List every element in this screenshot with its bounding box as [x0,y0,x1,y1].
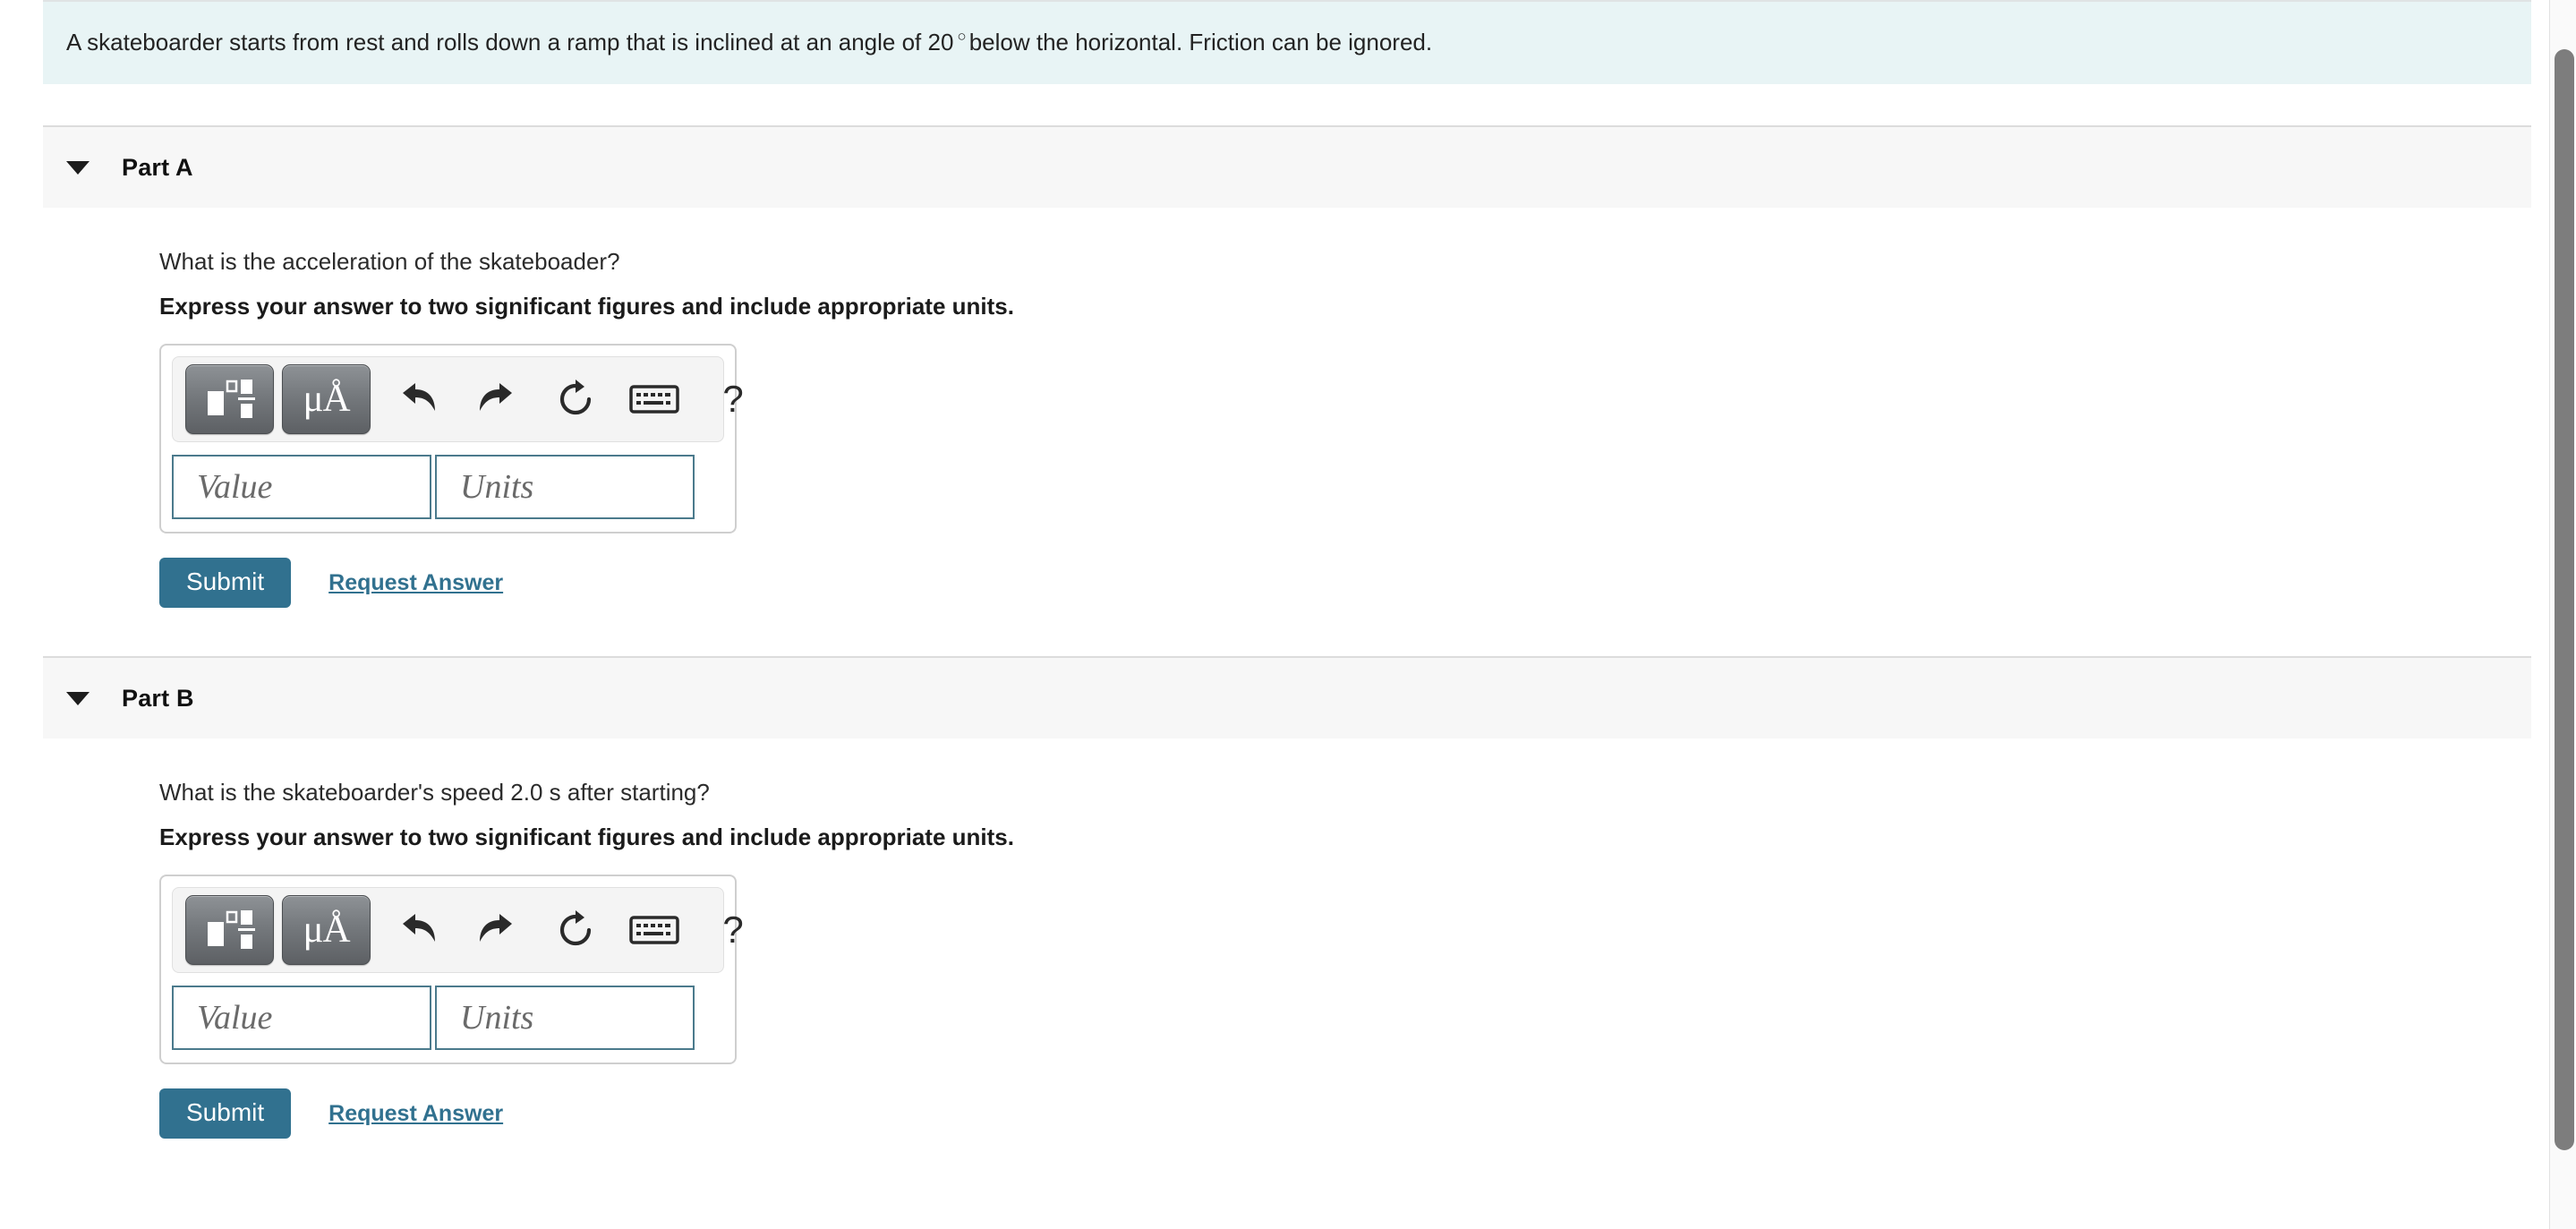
vertical-scrollbar-track[interactable] [2549,0,2576,1229]
redo-arrow-icon-a [480,383,512,411]
help-button-a[interactable]: ? [694,365,772,433]
reset-circular-arrow-icon-b [559,910,592,946]
content-column: A skateboarder starts from rest and roll… [43,0,2531,1146]
units-button-a[interactable]: μÅ [282,364,371,434]
undo-button-b[interactable] [379,896,457,964]
submit-row-a: Submit Request Answer [159,558,2531,615]
units-placeholder-b: Units [460,999,534,1037]
units-input-b[interactable]: Units [435,986,695,1050]
units-mu-angstrom-icon-a: μÅ [303,378,350,420]
keyboard-icon-a [629,385,679,414]
keyboard-button-b[interactable] [615,896,694,964]
question-text-a: What is the acceleration of the skateboa… [159,248,620,275]
help-button-b[interactable]: ? [694,896,772,964]
answer-widget-b: μÅ ? Value Units [159,875,744,1064]
part-title-b: Part B [122,684,194,712]
units-placeholder-a: Units [460,468,534,506]
value-input-b[interactable]: Value [172,986,431,1050]
answer-widget-a: μÅ ? Value Units [159,344,744,533]
math-template-icon-a [207,380,255,418]
redo-arrow-icon-b [480,914,512,942]
answer-fields-b: Value Units [172,986,724,1050]
question-instruction-a: Express your answer to two significant f… [159,293,1014,320]
keyboard-button-a[interactable] [615,365,694,433]
submit-button-a[interactable]: Submit [159,558,292,608]
request-answer-link-b[interactable]: Request Answer [328,1101,503,1127]
units-mu-angstrom-icon-b: μÅ [303,909,350,951]
answer-toolbar-a: μÅ ? [172,356,744,442]
part-body-b: What is the skateboarder's speed 2.0 s a… [43,738,2531,1146]
part-body-a: What is the acceleration of the skateboa… [43,208,2531,615]
value-placeholder-a: Value [197,468,273,506]
part-title-a: Part A [122,153,193,181]
problem-text-before-degree: A skateboarder starts from rest and roll… [66,29,954,55]
question-instruction-b: Express your answer to two significant f… [159,824,1014,850]
answer-toolbar-b: μÅ ? [172,887,744,973]
page-root: A skateboarder starts from rest and roll… [0,0,2576,1229]
submit-row-b: Submit Request Answer [159,1088,2531,1146]
problem-statement-banner: A skateboarder starts from rest and roll… [43,0,2531,84]
vertical-scrollbar-thumb[interactable] [2555,49,2574,1150]
value-input-a[interactable]: Value [172,455,431,519]
redo-button-b[interactable] [457,896,536,964]
math-template-button-b[interactable] [185,895,274,965]
caret-down-icon-a[interactable] [66,160,90,175]
part-header-b[interactable]: Part B [43,656,2531,738]
banner-spacer [43,84,2531,125]
math-template-button-a[interactable] [185,364,274,434]
question-mark-help-icon-b: ? [722,909,744,951]
question-text-b: What is the skateboarder's speed 2.0 s a… [159,779,710,806]
reset-circular-arrow-icon-a [559,380,592,415]
part-header-a[interactable]: Part A [43,125,2531,208]
problem-statement-text: A skateboarder starts from rest and roll… [66,27,2508,57]
units-input-a[interactable]: Units [435,455,695,519]
undo-button-a[interactable] [379,365,457,433]
undo-arrow-icon-b [403,914,435,942]
keyboard-icon-b [629,916,679,944]
reset-button-b[interactable] [536,896,615,964]
reset-button-a[interactable] [536,365,615,433]
undo-arrow-icon-a [403,383,435,411]
question-mark-help-icon-a: ? [722,378,744,420]
units-button-b[interactable]: μÅ [282,895,371,965]
request-answer-link-a[interactable]: Request Answer [328,570,503,596]
part-a-spacer [43,615,2531,656]
degree-symbol: ○ [957,28,967,46]
caret-down-icon-b[interactable] [66,691,90,705]
problem-text-after-degree: below the horizontal. Friction can be ig… [968,29,1433,55]
value-placeholder-b: Value [197,999,273,1037]
answer-fields-a: Value Units [172,455,724,519]
redo-button-a[interactable] [457,365,536,433]
submit-button-b[interactable]: Submit [159,1088,292,1139]
math-template-icon-b [207,910,255,949]
